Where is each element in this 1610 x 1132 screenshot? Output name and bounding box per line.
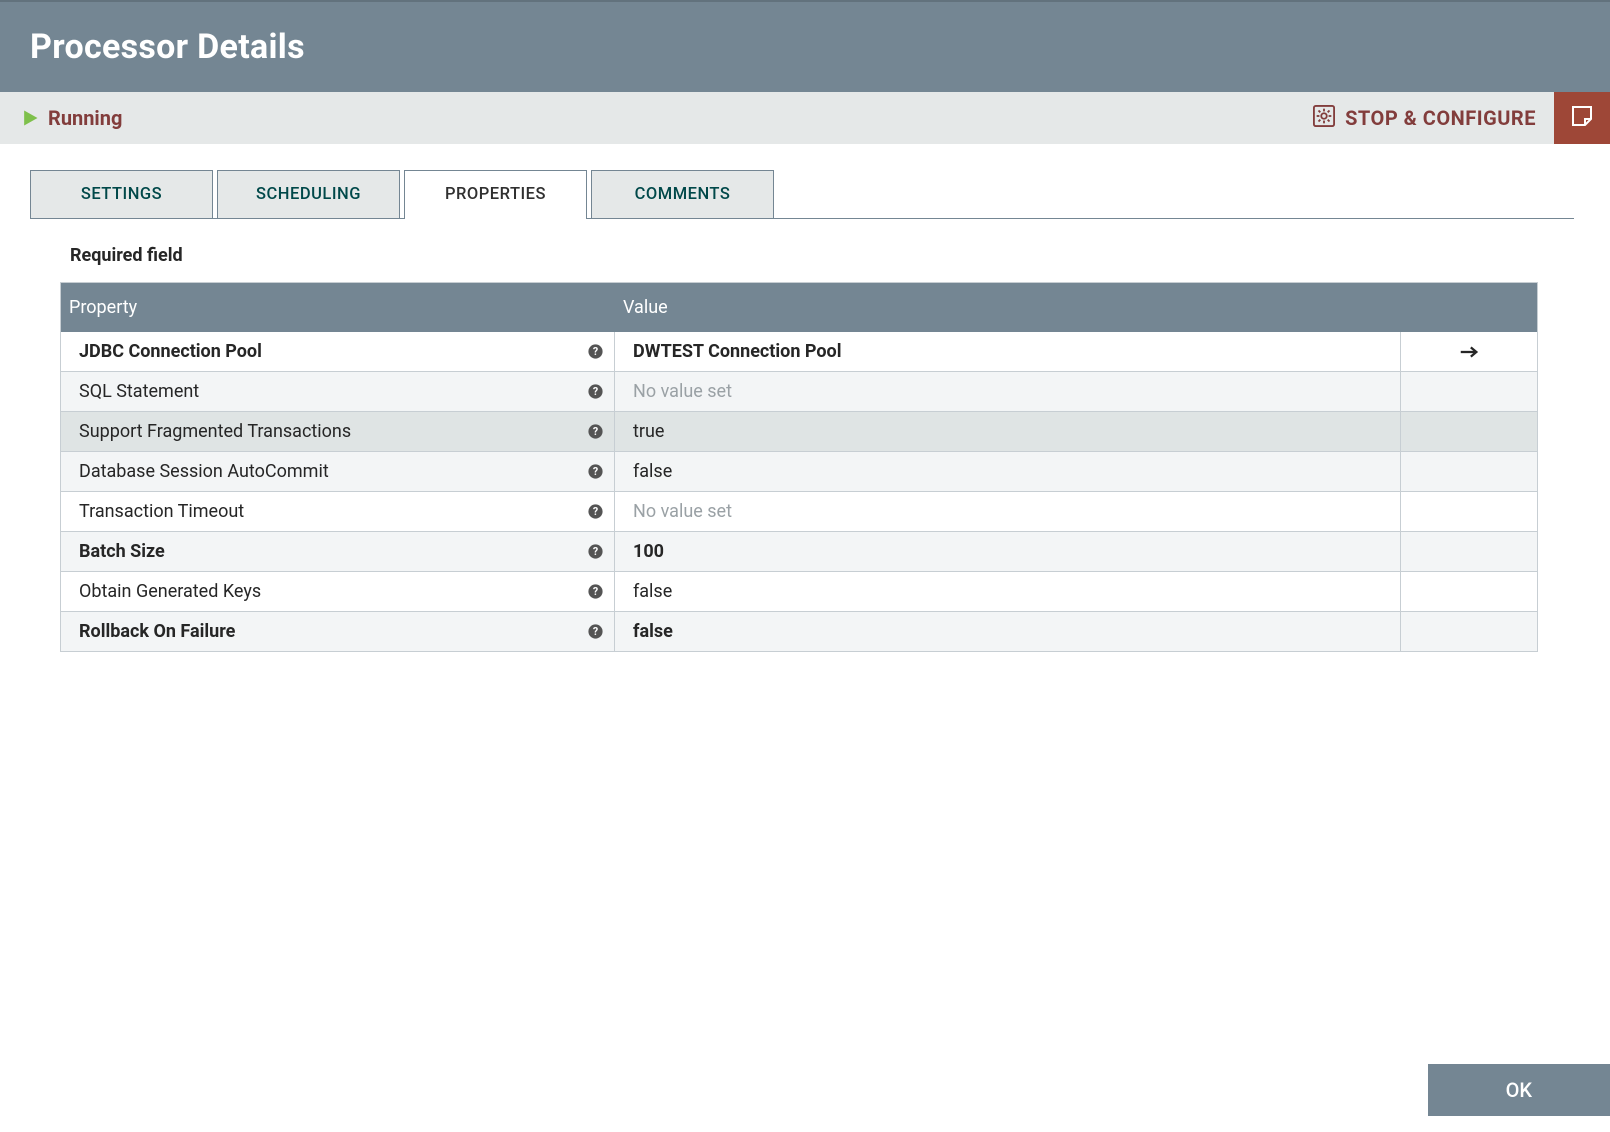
svg-text:?: ? [593, 585, 598, 598]
property-action [1401, 372, 1537, 411]
tab-comments[interactable]: COMMENTS [591, 170, 774, 218]
tab-label: SCHEDULING [256, 185, 361, 204]
property-name: Transaction Timeout [79, 501, 579, 522]
property-action [1401, 532, 1537, 571]
svg-text:?: ? [593, 425, 598, 438]
svg-text:?: ? [593, 625, 598, 638]
property-name: JDBC Connection Pool [79, 341, 579, 362]
table-row[interactable]: Database Session AutoCommit?false [61, 452, 1537, 492]
help-icon[interactable]: ? [587, 343, 604, 360]
help-icon[interactable]: ? [587, 583, 604, 600]
svg-text:?: ? [593, 505, 598, 518]
status-bar: Running STOP & CONFIGUR [0, 92, 1610, 144]
property-cell: Rollback On Failure? [61, 612, 615, 651]
svg-text:?: ? [593, 465, 598, 478]
svg-text:?: ? [593, 345, 598, 358]
tab-properties[interactable]: PROPERTIES [404, 170, 587, 218]
property-action [1401, 412, 1537, 451]
ok-label: OK [1506, 1078, 1532, 1102]
tab-label: PROPERTIES [445, 185, 546, 204]
property-action [1401, 332, 1537, 371]
notes-button[interactable] [1554, 92, 1610, 144]
processor-details-dialog: Processor Details Running [0, 0, 1610, 1132]
property-value: true [615, 412, 1401, 451]
property-name: SQL Statement [79, 381, 579, 402]
help-icon[interactable]: ? [587, 623, 604, 640]
stop-gear-icon [1313, 105, 1335, 132]
property-value: No value set [615, 492, 1401, 531]
tab-settings[interactable]: SETTINGS [30, 170, 213, 218]
property-action [1401, 572, 1537, 611]
property-value: false [615, 452, 1401, 491]
tab-label: SETTINGS [81, 185, 162, 204]
tab-scheduling[interactable]: SCHEDULING [217, 170, 400, 218]
help-icon[interactable]: ? [587, 463, 604, 480]
sticky-note-icon [1570, 104, 1594, 132]
property-value: false [615, 612, 1401, 651]
property-name: Database Session AutoCommit [79, 461, 579, 482]
help-icon[interactable]: ? [587, 423, 604, 440]
property-name: Support Fragmented Transactions [79, 421, 579, 442]
property-cell: Obtain Generated Keys? [61, 572, 615, 611]
properties-body: Required field Property Value JDBC Conne… [30, 219, 1574, 652]
properties-table: Property Value JDBC Connection Pool?DWTE… [60, 282, 1538, 652]
property-value: DWTEST Connection Pool [615, 332, 1401, 371]
property-cell: Database Session AutoCommit? [61, 452, 615, 491]
required-field-label: Required field [60, 245, 1538, 266]
property-action [1401, 452, 1537, 491]
col-header-value: Value [615, 283, 1401, 332]
ok-button[interactable]: OK [1428, 1064, 1610, 1116]
stop-configure-label: STOP & CONFIGURE [1345, 106, 1536, 130]
property-value: No value set [615, 372, 1401, 411]
property-cell: Batch Size? [61, 532, 615, 571]
table-body: JDBC Connection Pool?DWTEST Connection P… [61, 332, 1537, 652]
table-row[interactable]: Transaction Timeout?No value set [61, 492, 1537, 532]
tabs-container: SETTINGS SCHEDULING PROPERTIES COMMENTS … [0, 144, 1610, 652]
property-name: Rollback On Failure [79, 621, 579, 642]
tab-label: COMMENTS [635, 185, 731, 204]
help-icon[interactable]: ? [587, 543, 604, 560]
table-row[interactable]: Rollback On Failure?false [61, 612, 1537, 652]
property-cell: JDBC Connection Pool? [61, 332, 615, 371]
property-name: Batch Size [79, 541, 579, 562]
table-header: Property Value [61, 283, 1537, 332]
svg-text:?: ? [593, 545, 598, 558]
table-row[interactable]: SQL Statement?No value set [61, 372, 1537, 412]
dialog-header: Processor Details [0, 0, 1610, 92]
dialog-title: Processor Details [30, 27, 305, 67]
status-right: STOP & CONFIGURE [1295, 92, 1610, 144]
stop-configure-button[interactable]: STOP & CONFIGURE [1295, 92, 1554, 144]
col-header-property: Property [61, 283, 615, 332]
tabs: SETTINGS SCHEDULING PROPERTIES COMMENTS [30, 170, 1574, 219]
status-text: Running [48, 106, 122, 130]
goto-arrow-icon[interactable] [1458, 341, 1480, 363]
property-value: 100 [615, 532, 1401, 571]
dialog-footer: OK [1428, 1064, 1610, 1116]
table-row[interactable]: Obtain Generated Keys?false [61, 572, 1537, 612]
play-icon [20, 108, 40, 128]
property-name: Obtain Generated Keys [79, 581, 579, 602]
help-icon[interactable]: ? [587, 383, 604, 400]
property-cell: Transaction Timeout? [61, 492, 615, 531]
property-cell: Support Fragmented Transactions? [61, 412, 615, 451]
status-left: Running [20, 106, 122, 130]
property-action [1401, 612, 1537, 651]
table-row[interactable]: Support Fragmented Transactions?true [61, 412, 1537, 452]
col-header-actions [1401, 283, 1537, 332]
help-icon[interactable]: ? [587, 503, 604, 520]
property-cell: SQL Statement? [61, 372, 615, 411]
table-row[interactable]: Batch Size?100 [61, 532, 1537, 572]
table-row[interactable]: JDBC Connection Pool?DWTEST Connection P… [61, 332, 1537, 372]
svg-text:?: ? [593, 385, 598, 398]
property-action [1401, 492, 1537, 531]
property-value: false [615, 572, 1401, 611]
